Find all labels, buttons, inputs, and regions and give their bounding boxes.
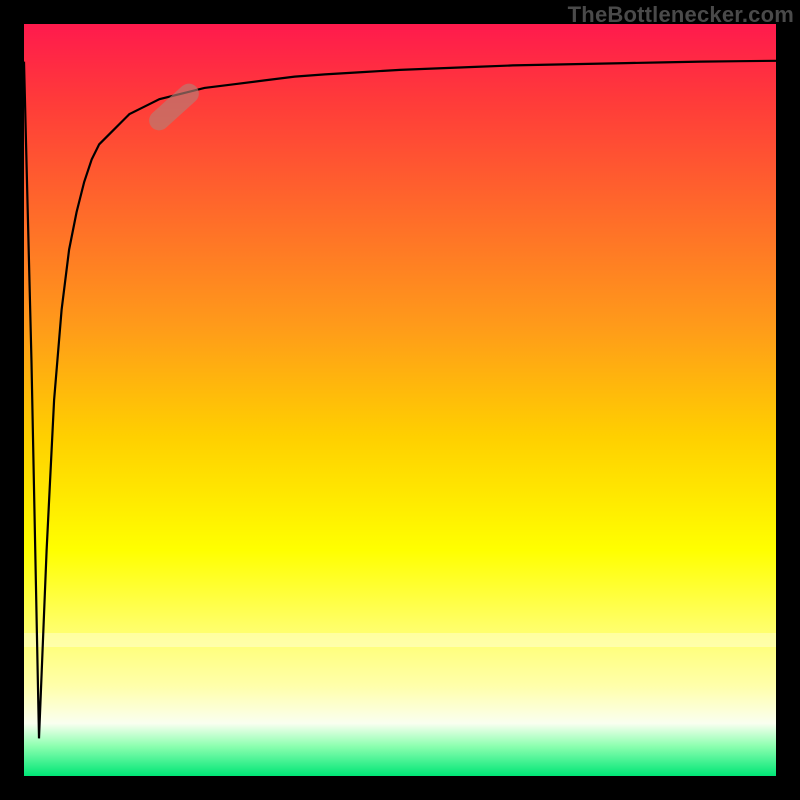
chart-frame: TheBottlenecker.com [0, 0, 800, 800]
plot-area [24, 24, 776, 776]
highlight-band [24, 633, 776, 647]
